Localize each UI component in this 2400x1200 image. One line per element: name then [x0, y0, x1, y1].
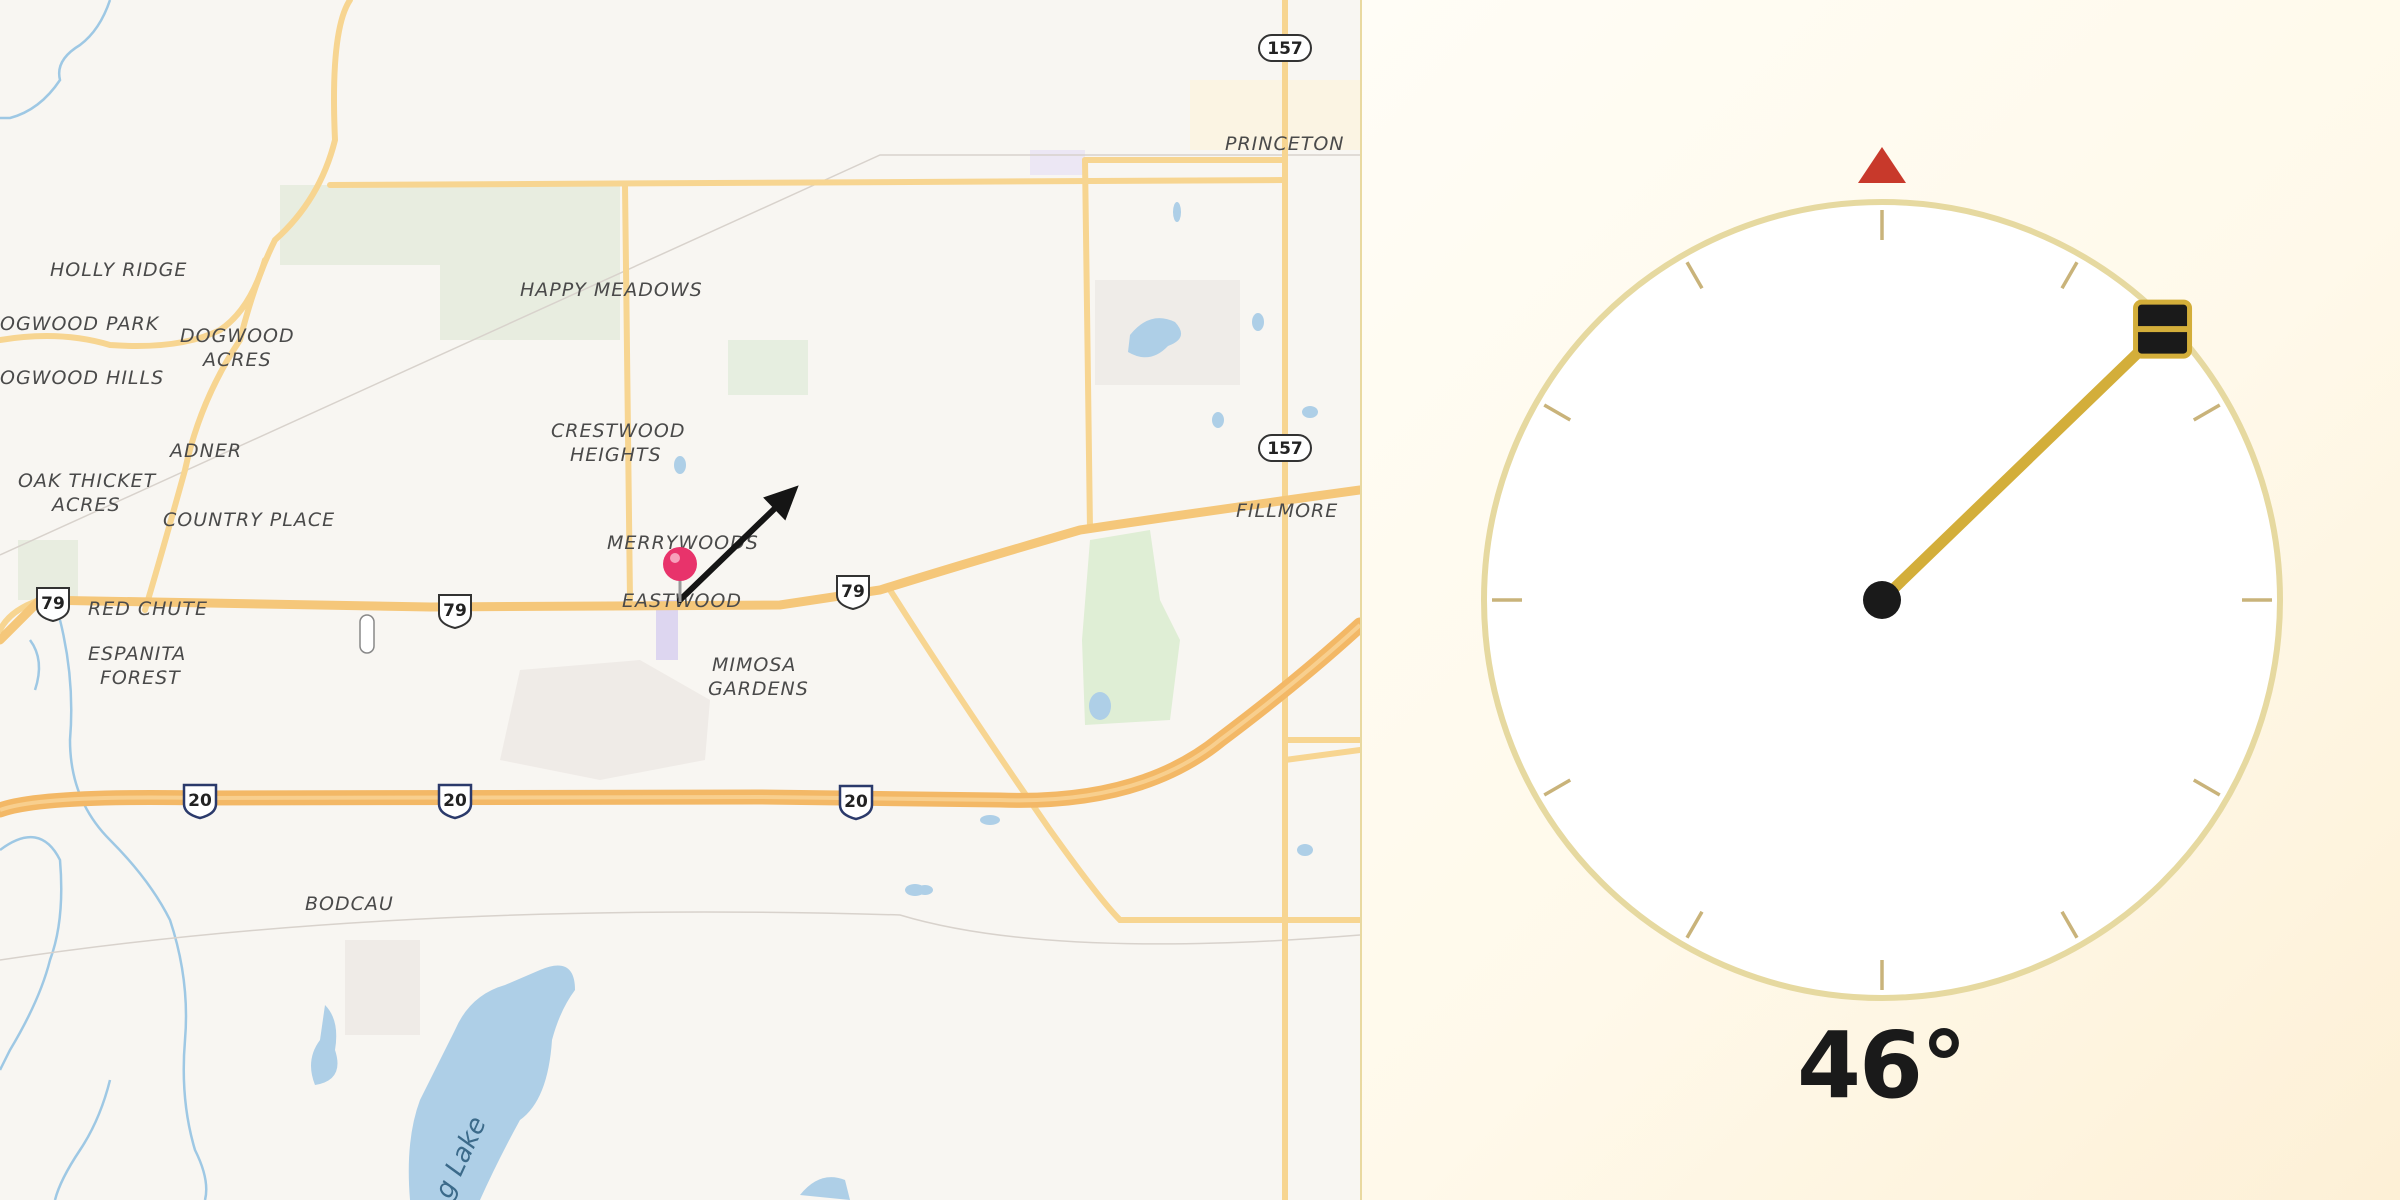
place-label-espanita-forest: ESPANITA	[88, 643, 186, 665]
svg-text:157: 157	[1267, 439, 1303, 459]
compass-hub	[1863, 581, 1901, 619]
pin-head-icon	[663, 547, 697, 581]
place-label-bodcau: BODCAU	[305, 893, 394, 915]
us-157-shield: 157	[1258, 434, 1312, 462]
map-handle[interactable]	[359, 614, 375, 654]
park-area	[728, 340, 808, 395]
place-label-oak-thicket-acres: OAK THICKET	[18, 470, 157, 492]
svg-text:20: 20	[844, 792, 868, 812]
urban-area	[1030, 150, 1085, 175]
i-20-shield: 20	[838, 784, 874, 821]
svg-text:79: 79	[41, 594, 65, 614]
place-label-red-chute: RED CHUTE	[88, 598, 208, 620]
map-view[interactable]: PRINCETON HOLLY RIDGE HAPPY MEADOWS OGWO…	[0, 0, 1360, 1200]
place-label-crestwood-heights: HEIGHTS	[570, 444, 662, 466]
svg-text:20: 20	[188, 791, 212, 811]
place-label-happy-meadows: HAPPY MEADOWS	[520, 279, 703, 301]
place-label-mimosa-gardens: GARDENS	[708, 678, 809, 700]
place-label-dogwood-acres: DOGWOOD	[180, 325, 295, 347]
us-79-shield: 79	[36, 587, 70, 623]
svg-text:157: 157	[1267, 39, 1303, 59]
urban-area	[500, 660, 710, 780]
place-label-dogwood-acres: ACRES	[201, 349, 272, 371]
urban-area	[345, 940, 420, 1035]
us-79-shield: 79	[836, 575, 870, 611]
compass-panel: 46°	[1362, 0, 2400, 1200]
place-label-fillmore: FILLMORE	[1236, 500, 1338, 522]
svg-text:79: 79	[841, 582, 865, 602]
svg-text:20: 20	[443, 791, 467, 811]
svg-text:79: 79	[443, 601, 467, 621]
i-20-shield: 20	[182, 783, 218, 820]
north-marker-icon	[1858, 147, 1906, 183]
place-label-dogwood-park: OGWOOD PARK	[0, 313, 160, 335]
place-label-princeton: PRINCETON	[1225, 133, 1345, 155]
place-label-oak-thicket-acres: ACRES	[50, 494, 121, 516]
place-label-holly-ridge: HOLLY RIDGE	[50, 259, 187, 281]
us-157-shield: 157	[1258, 34, 1312, 62]
heading-readout: 46°	[1796, 1012, 1967, 1119]
place-label-country-place: COUNTRY PLACE	[163, 509, 335, 531]
place-label-espanita-forest: FOREST	[100, 667, 181, 689]
map-canvas[interactable]: PRINCETON HOLLY RIDGE HAPPY MEADOWS OGWO…	[0, 0, 1360, 1200]
place-label-crestwood-heights: CRESTWOOD	[551, 420, 685, 442]
i-20-shield: 20	[437, 783, 473, 820]
place-label-mimosa-gardens: MIMOSA	[712, 654, 796, 676]
us-79-shield: 79	[438, 594, 472, 630]
place-label-adner: ADNER	[168, 440, 242, 462]
needle-drag-handle[interactable]	[2133, 299, 2193, 359]
place-label-dogwood-hills: OGWOOD HILLS	[0, 367, 164, 389]
